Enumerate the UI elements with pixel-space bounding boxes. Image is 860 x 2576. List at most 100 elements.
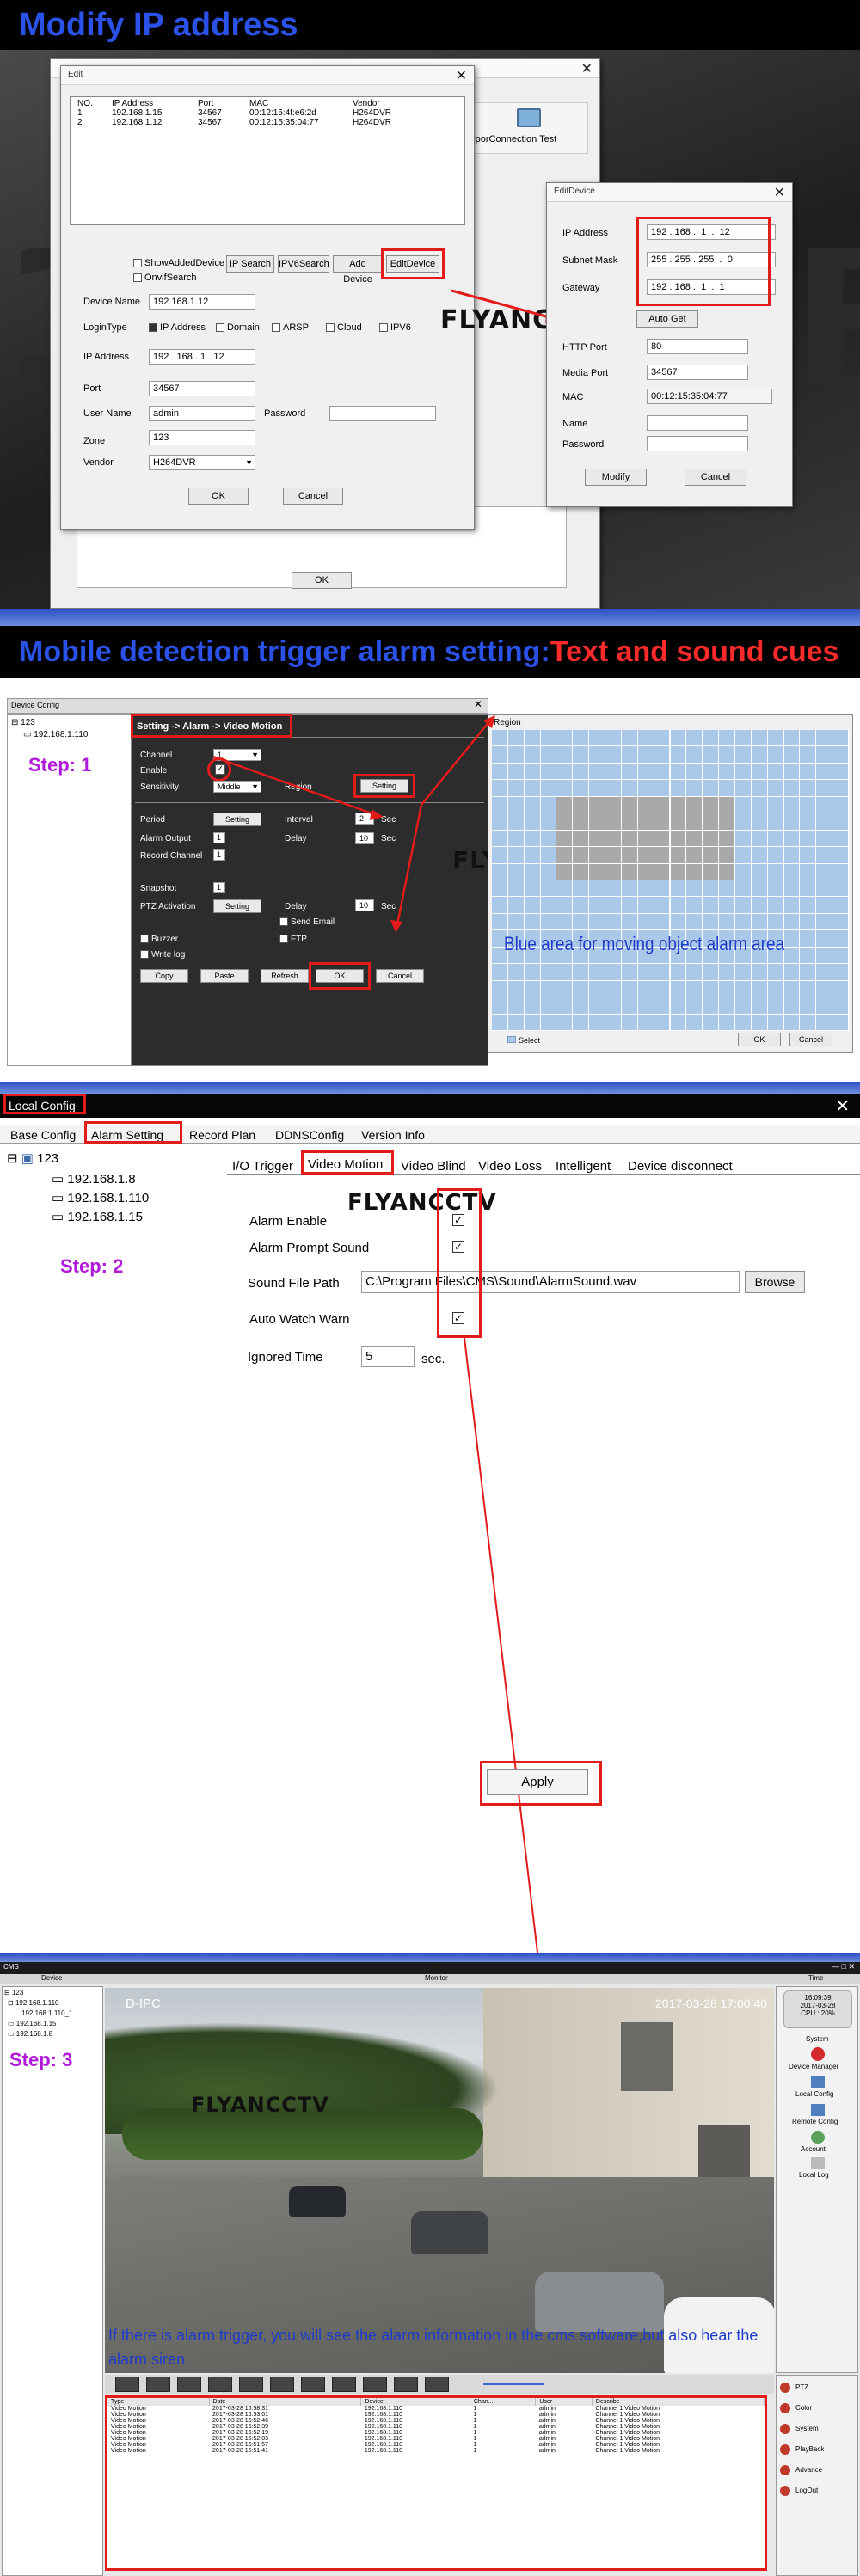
region-cell[interactable]	[751, 830, 767, 847]
column-header[interactable]: MAC	[243, 99, 346, 108]
tree-item[interactable]: ▭ 192.168.1.8	[52, 1171, 136, 1187]
region-cell[interactable]	[605, 847, 621, 863]
region-cell[interactable]	[556, 730, 573, 746]
ip-search-button[interactable]: IP Search	[226, 255, 274, 273]
region-cell[interactable]	[556, 813, 573, 830]
column-header[interactable]: Port	[191, 99, 243, 108]
region-cell[interactable]	[816, 730, 832, 746]
region-cell[interactable]	[832, 997, 848, 1014]
region-cell[interactable]	[556, 796, 573, 813]
region-cell[interactable]	[703, 913, 719, 930]
region-cell[interactable]	[800, 813, 816, 830]
region-cell[interactable]	[670, 830, 686, 847]
region-cell[interactable]	[734, 780, 751, 796]
region-cell[interactable]	[556, 763, 573, 780]
region-cell[interactable]	[832, 930, 848, 947]
region-cell[interactable]	[751, 980, 767, 997]
region-cell[interactable]	[556, 897, 573, 913]
region-cell[interactable]	[703, 964, 719, 980]
region-cell[interactable]	[524, 763, 540, 780]
region-cell[interactable]	[734, 813, 751, 830]
region-cell[interactable]	[621, 980, 637, 997]
ipv6-search-button[interactable]: IPV6Search	[278, 255, 329, 273]
region-cell[interactable]	[703, 780, 719, 796]
region-cell[interactable]	[637, 1014, 654, 1030]
column-header[interactable]: NO.	[71, 99, 105, 108]
region-cell[interactable]	[751, 1014, 767, 1030]
region-cell[interactable]	[686, 897, 703, 913]
region-cell[interactable]	[751, 780, 767, 796]
region-cell[interactable]	[783, 863, 800, 880]
region-cell[interactable]	[540, 980, 556, 997]
ed-name-field[interactable]	[647, 415, 748, 431]
region-cell[interactable]	[832, 730, 848, 746]
region-cell[interactable]	[556, 1014, 573, 1030]
region-cell[interactable]	[703, 863, 719, 880]
ed-media-field[interactable]: 34567	[647, 365, 748, 380]
port-field[interactable]: 34567	[149, 381, 255, 396]
login-domain-radio[interactable]: Domain	[216, 322, 260, 333]
ed-pwd-field[interactable]	[647, 436, 748, 451]
region-cell[interactable]	[719, 830, 734, 847]
region-cell[interactable]	[751, 997, 767, 1014]
region-cell[interactable]	[734, 980, 751, 997]
region-cell[interactable]	[783, 780, 800, 796]
region-cell[interactable]	[540, 897, 556, 913]
region-cell[interactable]	[540, 1014, 556, 1030]
region-cell[interactable]	[605, 813, 621, 830]
tree-item[interactable]: 192.168.1.110_1	[22, 2009, 72, 2017]
region-cell[interactable]	[654, 746, 670, 763]
region-cell[interactable]	[621, 897, 637, 913]
region-cell[interactable]	[751, 730, 767, 746]
region-cell[interactable]	[556, 863, 573, 880]
region-cell[interactable]	[589, 780, 605, 796]
region-cell[interactable]	[540, 847, 556, 863]
region-cell[interactable]	[589, 997, 605, 1014]
region-cell[interactable]	[816, 980, 832, 997]
write-log-checkbox[interactable]: Write log	[140, 950, 185, 960]
region-cell[interactable]	[703, 847, 719, 863]
region-cell[interactable]	[589, 830, 605, 847]
region-cell[interactable]	[686, 730, 703, 746]
region-cell[interactable]	[800, 796, 816, 813]
region-cell[interactable]	[703, 980, 719, 997]
region-cell[interactable]	[556, 847, 573, 863]
region-cell[interactable]	[719, 847, 734, 863]
log-column-header[interactable]: Type	[108, 2398, 210, 2406]
region-cell[interactable]	[654, 730, 670, 746]
tree-item[interactable]: ▭ 192.168.1.15	[52, 1209, 143, 1224]
log-column-header[interactable]: Describe	[592, 2398, 765, 2406]
region-cell[interactable]	[832, 763, 848, 780]
region-cell[interactable]	[800, 763, 816, 780]
log-column-header[interactable]: Date	[209, 2398, 362, 2406]
region-cell[interactable]	[556, 997, 573, 1014]
region-cell[interactable]	[589, 763, 605, 780]
split-10-button[interactable]	[270, 2377, 294, 2392]
region-cell[interactable]	[524, 997, 540, 1014]
region-cell[interactable]	[751, 964, 767, 980]
split-36-button[interactable]	[394, 2377, 418, 2392]
region-cell[interactable]	[589, 730, 605, 746]
region-cell[interactable]	[734, 880, 751, 897]
region-cell[interactable]	[637, 997, 654, 1014]
region-cell[interactable]	[654, 980, 670, 997]
region-cell[interactable]	[621, 863, 637, 880]
region-cell[interactable]	[686, 813, 703, 830]
split-13-button[interactable]	[301, 2377, 325, 2392]
region-cell[interactable]	[751, 847, 767, 863]
region-cell[interactable]	[832, 880, 848, 897]
ed-cancel-button[interactable]: Cancel	[685, 469, 746, 486]
region-cell[interactable]	[800, 947, 816, 964]
region-cell[interactable]	[767, 796, 783, 813]
region-cell[interactable]	[637, 763, 654, 780]
region-cell[interactable]	[734, 997, 751, 1014]
log-row[interactable]: Video Motion 2017-03-28 16:52:46 192.168.1…	[108, 2418, 765, 2424]
region-cell[interactable]	[719, 730, 734, 746]
tab-device-disconnect[interactable]: Device disconnect	[628, 1159, 733, 1174]
table-row[interactable]: 2 192.168.1.12 34567 00:12:15:35:04:77 H264D…	[71, 118, 415, 127]
region-cell[interactable]	[767, 830, 783, 847]
region-cell[interactable]	[654, 830, 670, 847]
region-grid[interactable]	[492, 730, 849, 1031]
region-cell[interactable]	[832, 964, 848, 980]
region-cell[interactable]	[573, 913, 589, 930]
